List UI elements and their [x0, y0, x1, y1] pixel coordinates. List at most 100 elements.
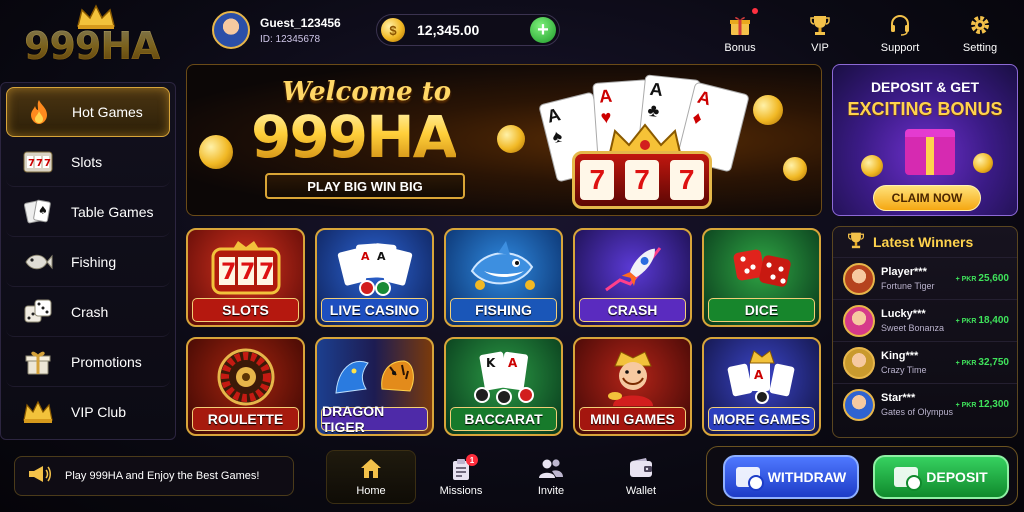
- hero-banner[interactable]: Welcome to 999HA PLAY BIG WIN BIG A ♠ A ♥ …: [186, 64, 822, 216]
- sidebar-item-promotions[interactable]: Promotions: [6, 337, 170, 387]
- dice-icon: [22, 296, 54, 328]
- sidebar-item-slots[interactable]: 777 Slots: [6, 137, 170, 187]
- crown-icon: [22, 396, 54, 428]
- currency-label: + PKR: [955, 276, 977, 283]
- gift-icon: [905, 129, 955, 175]
- game-tile-more-games[interactable]: A MORE GAMES: [702, 337, 821, 436]
- slot-reel: 7: [580, 160, 615, 200]
- bottom-nav-label: Invite: [537, 485, 565, 497]
- winner-name: Lucky***: [881, 308, 926, 320]
- avatar: [843, 262, 875, 295]
- svg-text:A: A: [377, 250, 386, 263]
- game-label: FISHING: [450, 298, 557, 322]
- sidebar-item-hot-games[interactable]: Hot Games: [6, 87, 170, 137]
- bottom-nav-label: Home: [356, 485, 386, 497]
- game-tile-dragon-tiger[interactable]: DRAGON TIGER: [315, 337, 434, 436]
- avatar: [843, 388, 875, 421]
- withdraw-icon: [735, 467, 764, 491]
- currency-label: + PKR: [955, 402, 977, 409]
- svg-text:♠: ♠: [38, 204, 48, 217]
- winner-amount: + PKR 18,400: [956, 315, 1009, 326]
- wallet-icon: [628, 457, 654, 481]
- coin-icon: [497, 125, 525, 153]
- sidebar-item-table-games[interactable]: ♠ Table Games: [6, 187, 170, 237]
- user-profile[interactable]: Guest_123456 ID: 12345678: [212, 8, 362, 52]
- coin-icon: [973, 153, 993, 173]
- coin-icon: [753, 95, 783, 125]
- fish-icon: [22, 246, 54, 278]
- sidebar-item-label: Promotions: [71, 353, 142, 370]
- bottom-nav-invite[interactable]: Invite: [506, 450, 596, 504]
- sidebar-item-crash[interactable]: Crash: [6, 287, 170, 337]
- sidebar-item-label: Fishing: [71, 253, 117, 270]
- winner-row: Star*** Gates of Olympus + PKR 12,300: [833, 383, 1017, 425]
- sidebar-item-label: Crash: [71, 303, 109, 320]
- coin-icon: [199, 135, 233, 169]
- sidebar-item-vip-club[interactable]: VIP Club: [6, 387, 170, 437]
- avatar[interactable]: [212, 11, 250, 49]
- top-nav: Bonus VIP Support Setting: [700, 6, 1020, 54]
- home-icon: [359, 457, 383, 481]
- nav-label: Setting: [962, 42, 998, 54]
- bonus-line-2: EXCITING BONUS: [847, 99, 1003, 119]
- user-id: ID: 12345678: [260, 33, 321, 45]
- svg-text:7: 7: [259, 260, 274, 285]
- amount-value: 18,400: [978, 315, 1009, 326]
- bottom-nav-home[interactable]: Home: [326, 450, 416, 504]
- game-tile-dice[interactable]: DICE: [702, 228, 821, 327]
- wallet-actions: WITHDRAW DEPOSIT: [706, 446, 1018, 506]
- game-label: DRAGON TIGER: [321, 403, 428, 434]
- svg-text:A: A: [361, 250, 370, 263]
- avatar: [843, 304, 875, 337]
- playing-cards-icon: ♠: [22, 196, 54, 228]
- game-tile-fishing[interactable]: FISHING: [444, 228, 563, 327]
- svg-text:A: A: [508, 356, 518, 370]
- bottom-nav-missions[interactable]: 1 Missions: [416, 450, 506, 504]
- winners-title-row: Latest Winners: [833, 227, 1017, 257]
- slot-machine-art: 7 7 7: [572, 151, 712, 209]
- bonus-promo-panel[interactable]: DEPOSIT & GET EXCITING BONUS CLAIM NOW: [832, 64, 1018, 216]
- game-label: ROULETTE: [192, 407, 299, 431]
- winner-game: Crazy Time: [881, 365, 927, 375]
- coin-icon: $: [381, 18, 405, 42]
- game-tile-mini-games[interactable]: MINI GAMES: [573, 337, 692, 436]
- nav-vip[interactable]: VIP: [780, 6, 860, 54]
- sidebar-item-label: Table Games: [71, 203, 154, 220]
- sidebar-item-fishing[interactable]: Fishing: [6, 237, 170, 287]
- claim-now-button[interactable]: CLAIM NOW: [873, 185, 981, 211]
- headset-icon: [887, 13, 913, 37]
- deposit-button[interactable]: DEPOSIT: [873, 455, 1009, 499]
- nav-setting[interactable]: Setting: [940, 6, 1020, 54]
- nav-support[interactable]: Support: [860, 6, 940, 54]
- trophy-icon: [807, 13, 833, 37]
- sidebar: Hot Games 777 Slots ♠ Table Games Fishin…: [0, 82, 176, 440]
- game-tile-slots[interactable]: 777 SLOTS: [186, 228, 305, 327]
- announcement-marquee[interactable]: Play 999HA and Enjoy the Best Games!: [14, 456, 294, 496]
- slot-reel: 7: [624, 160, 659, 200]
- game-tile-live-casino[interactable]: AA LIVE CASINO: [315, 228, 434, 327]
- marquee-text: Play 999HA and Enjoy the Best Games!: [65, 470, 260, 482]
- winner-row: Lucky*** Sweet Bonanza + PKR 18,400: [833, 299, 1017, 341]
- game-tile-roulette[interactable]: ROULETTE: [186, 337, 305, 436]
- add-funds-button[interactable]: +: [530, 17, 556, 43]
- bonus-line-1: DEPOSIT & GET: [870, 79, 980, 95]
- game-tile-crash[interactable]: CRASH: [573, 228, 692, 327]
- coin-icon: [861, 155, 883, 177]
- slot-machine-icon: 777: [22, 146, 54, 178]
- svg-text:7: 7: [240, 260, 255, 285]
- megaphone-icon: [27, 464, 51, 489]
- nav-label: Support: [880, 42, 920, 54]
- winner-name: Star***: [881, 392, 916, 404]
- bottom-nav-wallet[interactable]: Wallet: [596, 450, 686, 504]
- game-tile-baccarat[interactable]: KA BACCARAT: [444, 337, 563, 436]
- brand-logo[interactable]: 999HA: [10, 4, 180, 70]
- balance-display: $ 12,345.00 +: [376, 14, 560, 46]
- sidebar-item-label: Slots: [71, 153, 103, 170]
- nav-bonus[interactable]: Bonus: [700, 6, 780, 54]
- withdraw-button[interactable]: WITHDRAW: [723, 455, 859, 499]
- nav-label: VIP: [811, 42, 829, 54]
- winner-game: Gates of Olympus: [881, 407, 954, 417]
- winner-amount: + PKR 25,600: [956, 273, 1009, 284]
- slot-reel: 7: [669, 160, 704, 200]
- winner-row: King*** Crazy Time + PKR 32,750: [833, 341, 1017, 383]
